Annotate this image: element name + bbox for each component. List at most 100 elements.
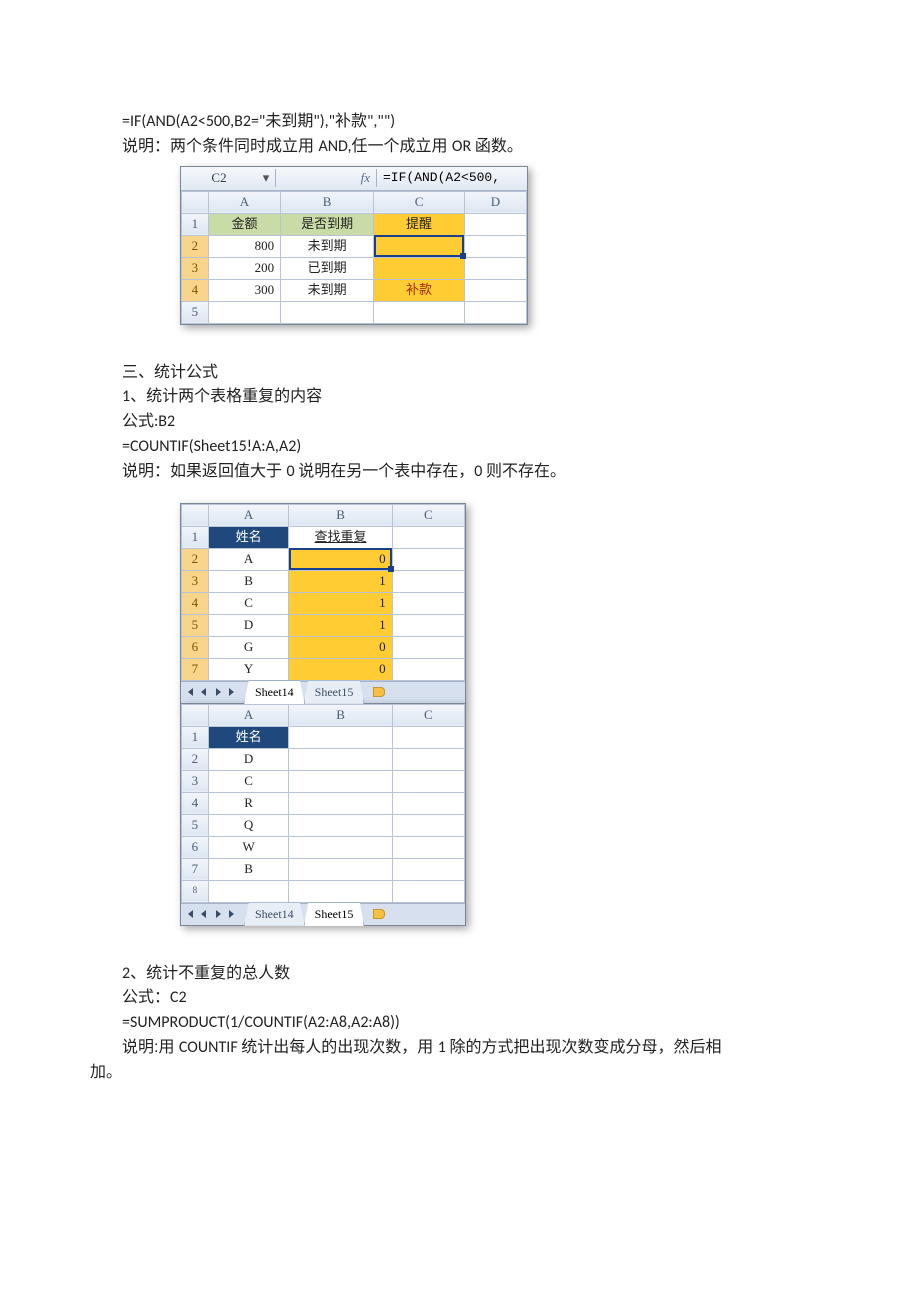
tab-nav-next-icon[interactable]	[211, 906, 225, 922]
row-header-1[interactable]: 1	[182, 526, 209, 548]
cell[interactable]: 300	[208, 279, 280, 301]
col-header-B[interactable]: B	[289, 704, 392, 726]
cell[interactable]	[289, 814, 392, 836]
row-header-1[interactable]: 1	[182, 213, 209, 235]
cell[interactable]: Q	[208, 814, 289, 836]
cell[interactable]	[464, 235, 526, 257]
cell[interactable]: 未到期	[281, 235, 374, 257]
cell[interactable]	[464, 257, 526, 279]
tab-nav-first-icon[interactable]	[183, 906, 197, 922]
row-header-5[interactable]: 5	[182, 301, 209, 323]
cell[interactable]	[392, 792, 464, 814]
tab-nav-prev-icon[interactable]	[197, 906, 211, 922]
col-header-B[interactable]: B	[281, 191, 374, 213]
cell[interactable]	[392, 592, 464, 614]
select-all-corner[interactable]	[182, 704, 209, 726]
cell[interactable]: 1	[289, 592, 392, 614]
cell[interactable]: 未到期	[281, 279, 374, 301]
col-header-A[interactable]: A	[208, 191, 280, 213]
cell[interactable]	[208, 301, 280, 323]
tab-nav-prev-icon[interactable]	[197, 684, 211, 700]
sheet-tab-sheet15[interactable]: Sheet15	[304, 902, 365, 927]
cell[interactable]	[392, 726, 464, 748]
row-header[interactable]: 4	[182, 592, 209, 614]
row-header[interactable]: 7	[182, 658, 209, 680]
cell[interactable]: C	[208, 592, 289, 614]
row-header[interactable]: 8	[182, 880, 209, 902]
cell[interactable]	[392, 636, 464, 658]
cell[interactable]	[464, 213, 526, 235]
cell[interactable]	[289, 858, 392, 880]
cell[interactable]: 姓名	[208, 726, 289, 748]
cell[interactable]	[392, 614, 464, 636]
row-header-3[interactable]: 3	[182, 257, 209, 279]
cell[interactable]: D	[208, 748, 289, 770]
cell[interactable]	[392, 858, 464, 880]
col-header-C[interactable]: C	[392, 704, 464, 726]
col-header-C[interactable]: C	[374, 191, 465, 213]
cell[interactable]: 200	[208, 257, 280, 279]
row-header[interactable]: 5	[182, 614, 209, 636]
tab-nav-last-icon[interactable]	[225, 906, 239, 922]
cell[interactable]	[289, 880, 392, 902]
active-cell[interactable]: 0	[289, 548, 392, 570]
row-header[interactable]: 6	[182, 836, 209, 858]
row-header-2[interactable]: 2	[182, 235, 209, 257]
cell[interactable]	[392, 570, 464, 592]
cell[interactable]	[289, 792, 392, 814]
cell[interactable]	[392, 836, 464, 858]
row-header[interactable]: 2	[182, 548, 209, 570]
cell[interactable]	[208, 880, 289, 902]
col-header-D[interactable]: D	[464, 191, 526, 213]
formula-input[interactable]: =IF(AND(A2<500,	[377, 168, 527, 188]
tab-nav-last-icon[interactable]	[225, 684, 239, 700]
cell[interactable]	[464, 279, 526, 301]
cell[interactable]: 800	[208, 235, 280, 257]
cell[interactable]	[374, 301, 465, 323]
cell[interactable]: Y	[208, 658, 289, 680]
cell[interactable]: A	[208, 548, 289, 570]
cell[interactable]: 0	[289, 658, 392, 680]
cell[interactable]: 姓名	[208, 526, 289, 548]
cell[interactable]: C	[208, 770, 289, 792]
col-header-C[interactable]: C	[392, 504, 464, 526]
cell[interactable]	[392, 658, 464, 680]
col-header-A[interactable]: A	[208, 504, 289, 526]
cell[interactable]	[464, 301, 526, 323]
name-box[interactable]: C2	[181, 168, 257, 188]
row-header[interactable]: 5	[182, 814, 209, 836]
cell[interactable]: 1	[289, 614, 392, 636]
cell[interactable]	[392, 748, 464, 770]
cell[interactable]: 0	[289, 636, 392, 658]
sheet-tab-sheet15[interactable]: Sheet15	[304, 680, 365, 704]
cell[interactable]	[289, 748, 392, 770]
cell[interactable]: B	[208, 858, 289, 880]
spreadsheet-grid[interactable]: A B C D 1 金额 是否到期 提醒 2 800 未到期 3 200 已到期	[181, 191, 527, 324]
col-header-B[interactable]: B	[289, 504, 392, 526]
cell[interactable]: R	[208, 792, 289, 814]
cell[interactable]	[392, 814, 464, 836]
cell[interactable]	[392, 526, 464, 548]
spreadsheet-grid[interactable]: A B C 1 姓名 查找重复 2 A 0 3B1 4C1 5D1 6G0 7Y…	[181, 504, 465, 681]
name-dropdown-icon[interactable]: ▾	[257, 168, 275, 188]
cell[interactable]: D	[208, 614, 289, 636]
col-header-A[interactable]: A	[208, 704, 289, 726]
row-header[interactable]: 6	[182, 636, 209, 658]
cell[interactable]: 查找重复	[289, 526, 392, 548]
cell[interactable]	[289, 836, 392, 858]
row-header[interactable]: 4	[182, 792, 209, 814]
active-cell[interactable]	[374, 235, 465, 257]
cell[interactable]: B	[208, 570, 289, 592]
cell[interactable]: 是否到期	[281, 213, 374, 235]
fx-icon[interactable]: fx	[276, 168, 376, 188]
cell[interactable]: 补款	[374, 279, 465, 301]
tab-nav-next-icon[interactable]	[211, 684, 225, 700]
cell[interactable]: 提醒	[374, 213, 465, 235]
cell[interactable]: G	[208, 636, 289, 658]
new-sheet-icon[interactable]	[368, 687, 390, 697]
tab-nav-first-icon[interactable]	[183, 684, 197, 700]
select-all-corner[interactable]	[182, 191, 209, 213]
row-header-4[interactable]: 4	[182, 279, 209, 301]
cell[interactable]	[281, 301, 374, 323]
cell[interactable]: 1	[289, 570, 392, 592]
